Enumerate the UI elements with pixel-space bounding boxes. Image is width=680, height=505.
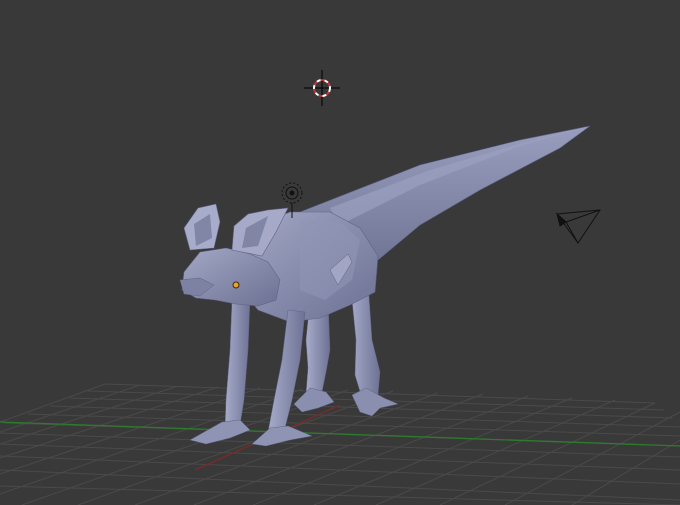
3d-viewport[interactable] — [0, 0, 680, 505]
3d-cursor-icon[interactable] — [304, 70, 340, 106]
creature-mesh[interactable] — [179, 125, 591, 447]
y-axis-line — [0, 421, 680, 447]
viewport-canvas[interactable] — [0, 0, 680, 505]
camera-icon[interactable] — [556, 209, 601, 244]
object-origin-dot[interactable] — [232, 281, 240, 289]
grid-floor — [0, 383, 680, 505]
